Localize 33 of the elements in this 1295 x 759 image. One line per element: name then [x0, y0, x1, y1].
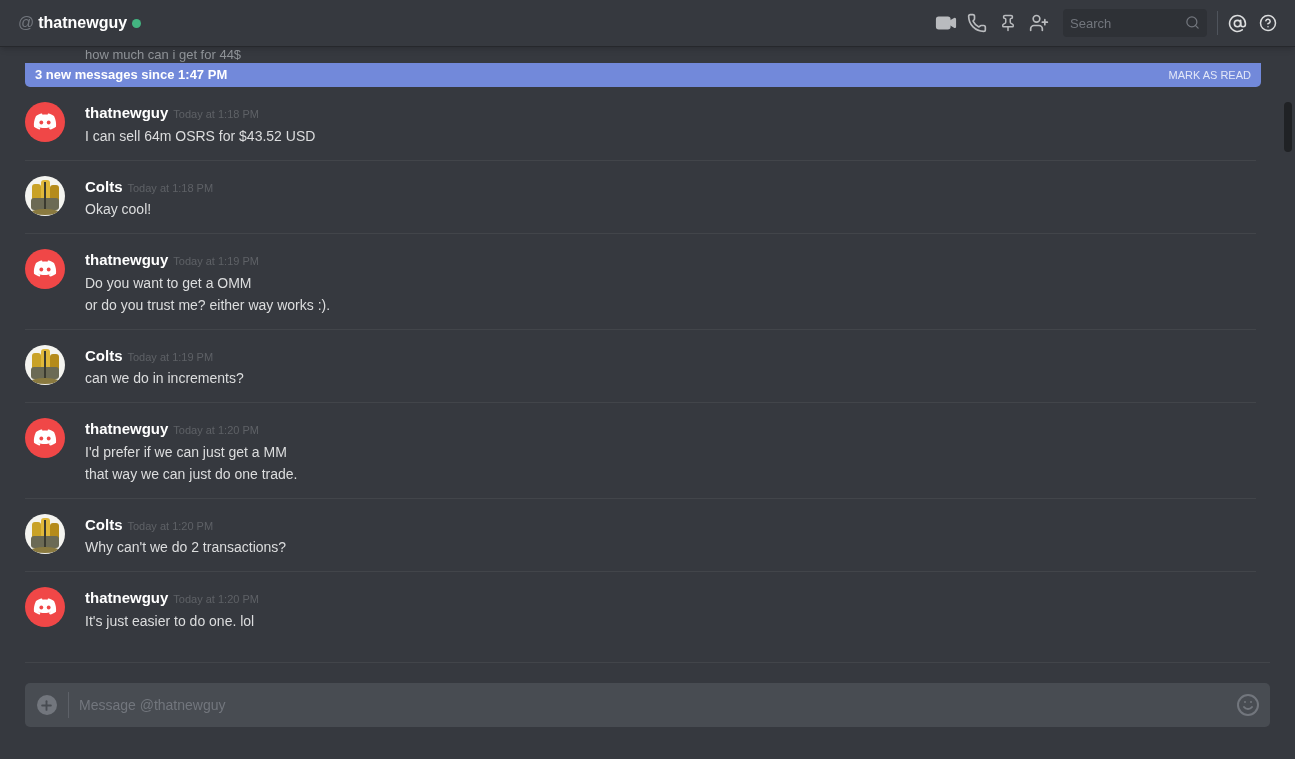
scrollbar-thumb[interactable]: [1284, 102, 1292, 152]
discord-logo-avatar[interactable]: [25, 102, 65, 142]
plus-icon: [39, 697, 54, 713]
search-field[interactable]: Search: [1063, 9, 1207, 37]
mention-icon[interactable]: [1228, 13, 1247, 33]
at-symbol: @: [18, 13, 35, 33]
message-text: Okay cool!: [85, 200, 153, 219]
message-text: It's just easier to do one. lol: [85, 611, 256, 631]
channel-username: thatnewguy: [38, 13, 128, 33]
banner-text: 3 new messages since 1:47 PM: [35, 66, 228, 85]
message-text: I can sell 64m OSRS for $43.52 USD: [85, 126, 316, 146]
search-icon: [1185, 15, 1200, 30]
message-text: Why can't we do 2 transactions?: [85, 538, 287, 557]
message-text: Do you want to get a OMM: [85, 273, 253, 293]
author-name[interactable]: Colts: [85, 513, 123, 536]
author-name[interactable]: thatnewguy: [85, 418, 169, 441]
message-text: I'd prefer if we can just get a MM: [85, 442, 288, 462]
help-icon[interactable]: [1259, 14, 1277, 32]
message-text: how much can i get for 44$: [85, 47, 243, 63]
add-user-icon[interactable]: [1029, 13, 1049, 33]
author-name[interactable]: thatnewguy: [85, 249, 169, 272]
author-name[interactable]: thatnewguy: [85, 102, 169, 125]
phone-icon[interactable]: [967, 13, 987, 33]
message-text: can we do in increments?: [85, 369, 244, 388]
message-text: or do you trust me? either way works :).: [85, 295, 331, 315]
discord-logo-avatar[interactable]: [25, 418, 65, 458]
author-name[interactable]: Colts: [85, 344, 123, 367]
author-name[interactable]: thatnewguy: [85, 587, 169, 610]
discord-logo-avatar[interactable]: [25, 587, 65, 627]
pin-icon[interactable]: [999, 14, 1017, 32]
discord-logo-avatar[interactable]: [25, 249, 65, 289]
author-name[interactable]: Colts: [85, 175, 123, 198]
message-text: that way we can just do one trade.: [85, 464, 298, 484]
